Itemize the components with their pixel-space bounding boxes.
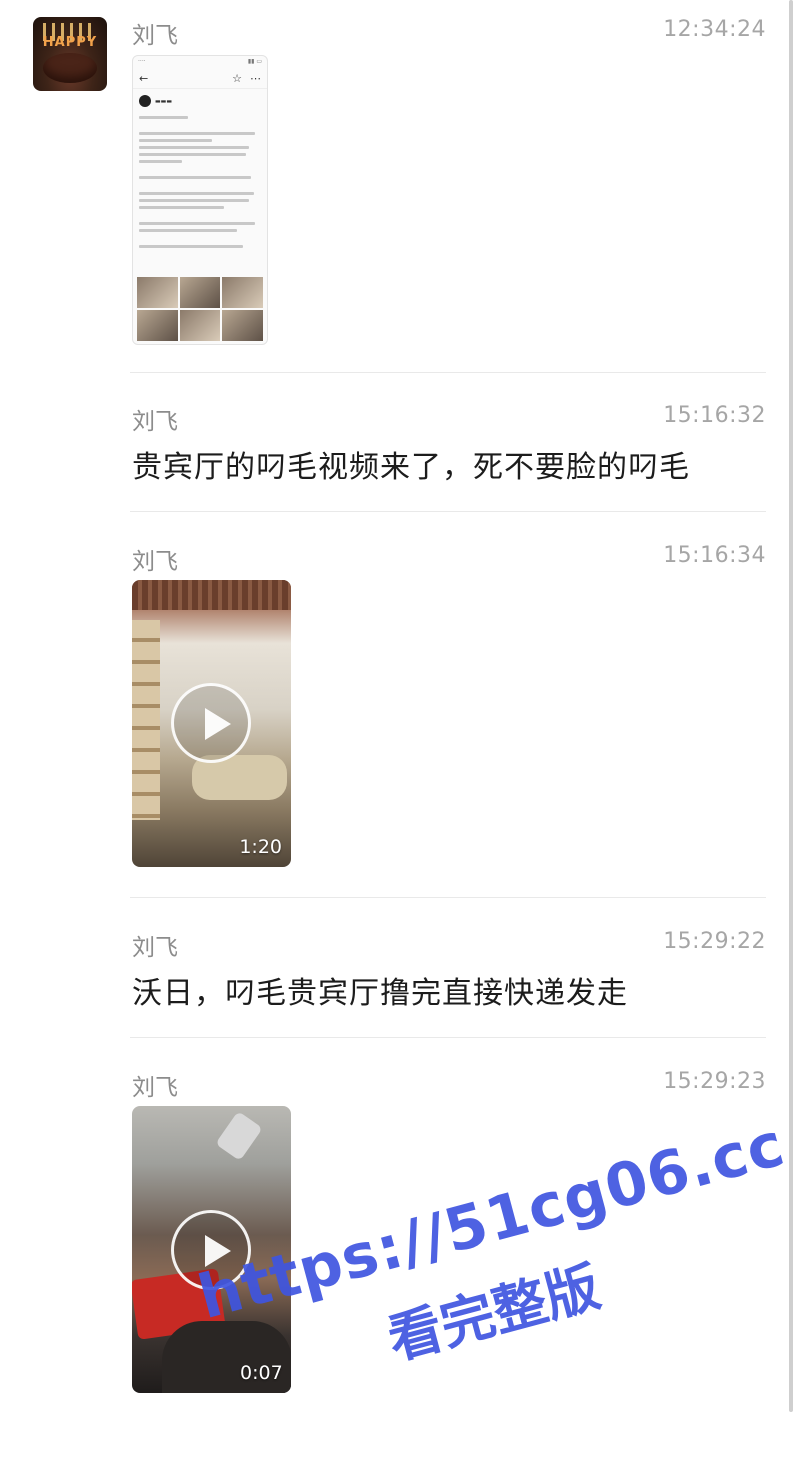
video-duration: 1:20	[239, 836, 282, 858]
play-icon[interactable]	[171, 683, 251, 763]
video-scene	[132, 620, 160, 820]
message-time: 15:29:22	[663, 929, 766, 954]
video-scene	[215, 1111, 263, 1161]
post-author: ▬▬▬	[133, 89, 267, 109]
video-message-2[interactable]: 0:07	[132, 1106, 291, 1393]
star-icon: ☆	[232, 71, 242, 85]
message-divider	[130, 372, 766, 373]
video-scene	[132, 580, 291, 610]
sender-name: 刘飞	[132, 549, 178, 575]
video-duration: 0:07	[240, 1362, 283, 1384]
message-text[interactable]: 贵宾厅的叼毛视频来了，死不要脸的叼毛	[132, 442, 690, 486]
sender-name: 刘飞	[132, 409, 178, 435]
nav-bar: ← ☆ ⋯	[133, 68, 267, 89]
message-time: 12:34:24	[663, 17, 766, 42]
photo-grid	[137, 277, 263, 341]
message-divider	[130, 897, 766, 898]
watermark-caption: 看完整版	[381, 1254, 607, 1372]
video-message-1[interactable]: 1:20	[132, 580, 291, 867]
message-time: 15:29:23	[663, 1069, 766, 1094]
back-arrow-icon: ←	[139, 71, 149, 85]
play-icon[interactable]	[171, 1210, 251, 1290]
message-divider	[130, 1037, 766, 1038]
image-message-thumbnail[interactable]: ···· ▮▮ ▭ ← ☆ ⋯ ▬▬▬	[132, 55, 268, 345]
avatar-label: HAPPY	[42, 35, 98, 50]
message-time: 15:16:32	[663, 403, 766, 428]
post-text-lines	[133, 109, 267, 255]
sender-name: 刘飞	[132, 1075, 178, 1101]
message-5: 刘飞 15:29:23	[132, 1066, 766, 1106]
message-2: 刘飞 15:16:32 贵宾厅的叼毛视频来了，死不要脸的叼毛	[132, 400, 766, 490]
sender-name: 刘飞	[132, 23, 178, 49]
sender-name: 刘飞	[132, 935, 178, 961]
cake-shape	[43, 53, 97, 83]
message-text[interactable]: 沃日，叼毛贵宾厅撸完直接快递发走	[132, 968, 628, 1012]
status-bar: ···· ▮▮ ▭	[138, 58, 262, 65]
message-time: 15:16:34	[663, 543, 766, 568]
sender-avatar[interactable]: HAPPY	[33, 17, 107, 91]
more-icon: ⋯	[250, 71, 261, 85]
message-3: 刘飞 15:16:34	[132, 540, 766, 580]
author-avatar	[139, 95, 151, 107]
author-name-placeholder: ▬▬▬	[155, 97, 173, 105]
scrollbar[interactable]	[789, 0, 793, 1412]
message-divider	[130, 511, 766, 512]
message-4: 刘飞 15:29:22 沃日，叼毛贵宾厅撸完直接快递发走	[132, 926, 766, 1016]
